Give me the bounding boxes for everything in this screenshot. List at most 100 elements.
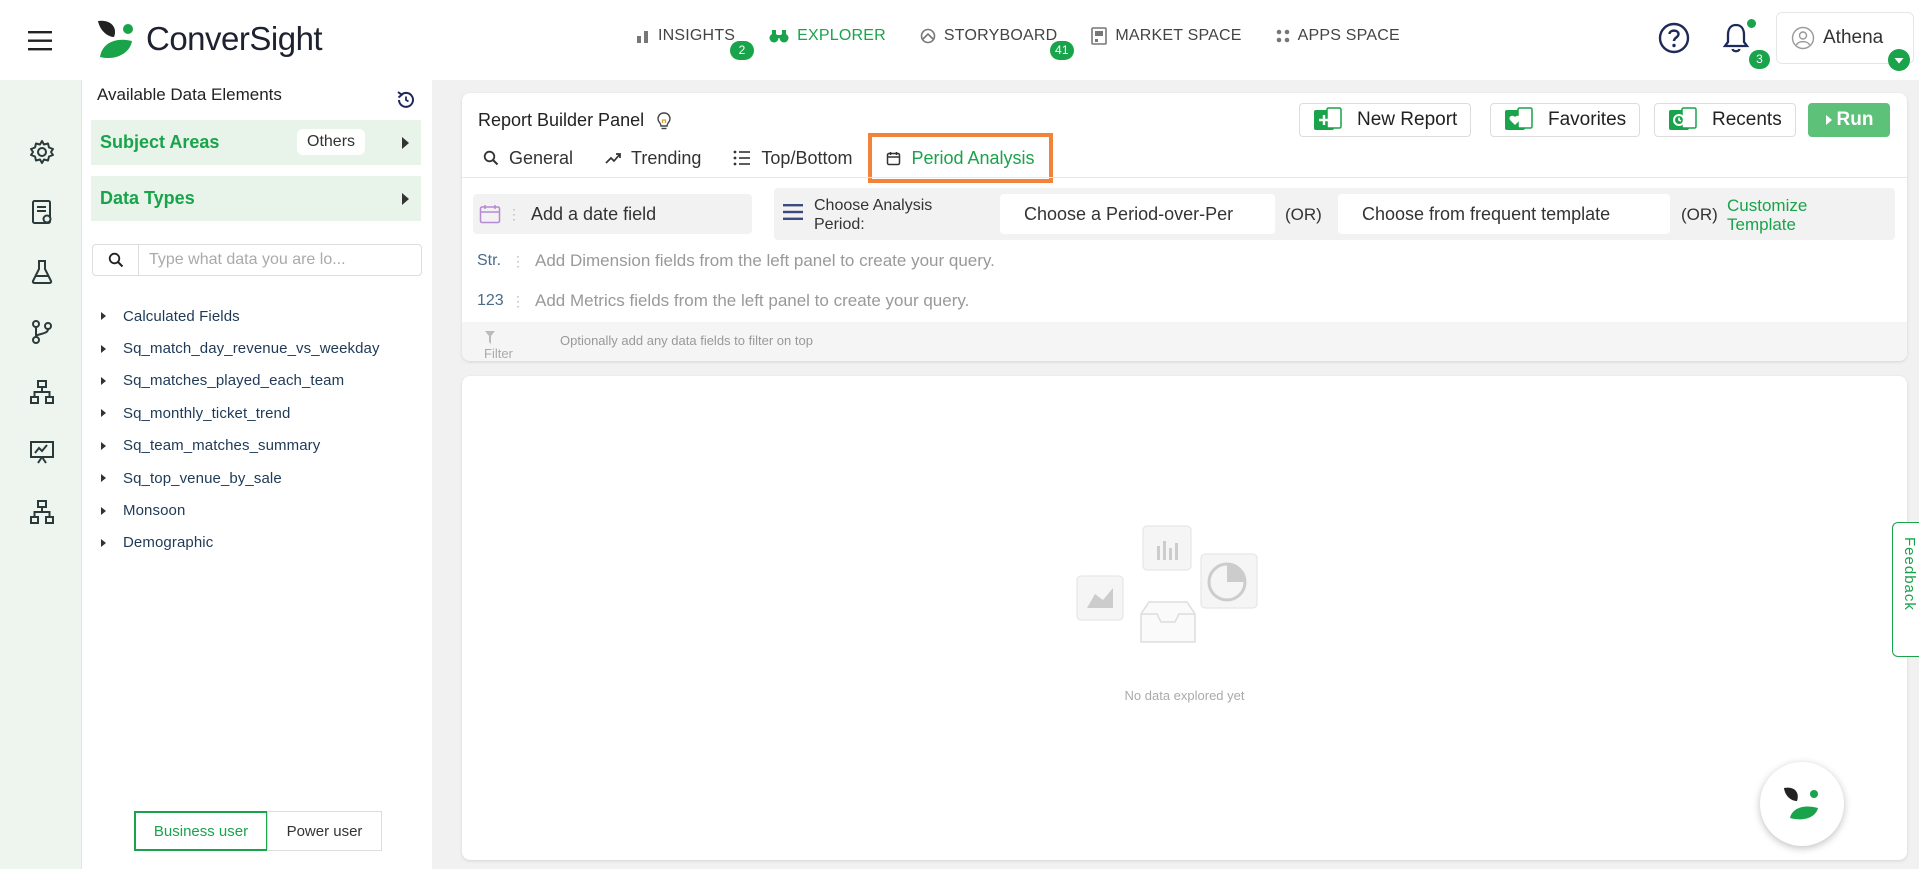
help-icon[interactable] [1657,21,1691,55]
chatbot-launcher[interactable] [1760,762,1844,846]
nav-explorer[interactable]: EXPLORER [769,22,886,50]
search-icon[interactable] [93,245,139,275]
tab-trending[interactable]: Trending [599,137,707,179]
nav-market-space[interactable]: MARKET SPACE [1091,22,1241,50]
empty-state-text: No data explored yet [1124,688,1245,703]
tree-item[interactable]: Calculated Fields [99,300,380,332]
filter-icon [485,331,495,344]
or-text: (OR) [1285,205,1322,224]
string-type-icon: Str. [477,252,502,269]
power-user-toggle[interactable]: Power user [267,811,382,851]
nav-insights[interactable]: INSIGHTS 2 [636,22,754,60]
recents-button[interactable]: Recents [1654,103,1796,137]
data-search-input[interactable] [139,251,409,269]
number-type-icon: 123 [477,292,504,309]
caret-right-icon [101,506,106,515]
empty-state-illustration [1076,525,1258,643]
caret-right-icon [101,538,106,547]
run-button[interactable]: Run [1808,103,1890,137]
caret-right-icon [101,376,106,385]
dimension-hint: Add Dimension fields from the left panel… [535,251,995,270]
new-report-button[interactable]: New Report [1299,103,1472,137]
nav-apps-space[interactable]: APPS SPACE [1276,22,1400,50]
results-area: No data explored yet [462,376,1907,860]
nav-market-space-label: MARKET SPACE [1115,27,1242,44]
apps-grid-icon [1276,29,1289,43]
period-over-period-select[interactable]: Choose a Period-over-Per [1000,194,1275,234]
menu-icon[interactable] [28,30,58,58]
data-types-label: Data Types [100,188,195,208]
git-branch-icon[interactable] [28,318,56,346]
customize-template-line2: Template [1727,215,1796,234]
tab-general[interactable]: General [477,137,579,179]
tree-item[interactable]: Monsoon [99,494,380,526]
favorites-button[interactable]: Favorites [1490,103,1641,137]
date-field-dropzone[interactable]: ⋮ Add a date field [473,194,752,234]
drag-handle-icon: ⋮ [511,252,525,269]
presentation-icon[interactable] [28,438,56,466]
period-selector: Choose Analysis Period: Choose a Period-… [774,188,1895,240]
chevron-down-icon[interactable] [1888,49,1910,71]
tab-period-analysis-label: Period Analysis [911,147,1035,168]
tree-item[interactable]: Sq_top_venue_by_sale [99,462,380,494]
nav-storyboard[interactable]: STORYBOARD 41 [920,22,1074,60]
tree-item[interactable]: Sq_matches_played_each_team [99,365,380,397]
tab-period-analysis[interactable]: Period Analysis [868,133,1053,183]
refresh-icon[interactable] [394,88,418,112]
hierarchy-icon[interactable] [28,378,56,406]
notification-bell-icon[interactable] [1722,22,1750,54]
customize-template-line1: Customize [1727,196,1808,215]
menu-icon[interactable] [783,203,803,221]
tab-trending-label: Trending [631,147,702,168]
pie-chart-card-icon [1200,553,1258,609]
date-field-label: Add a date field [531,203,657,224]
drag-handle-icon: ⋮ [511,292,525,309]
tab-top-bottom[interactable]: Top/Bottom [727,137,858,179]
report-builder-title: Report Builder Panel [478,110,672,131]
metrics-dropzone[interactable]: 123 ⋮ Add Metrics fields from the left p… [477,291,969,311]
analysis-period-label-line2: Period: [814,216,865,233]
frequent-template-select[interactable]: Choose from frequent template [1338,194,1670,234]
tree-item-label: Demographic [123,534,214,552]
flask-icon[interactable] [28,258,56,286]
data-types-accordion[interactable]: Data Types [91,176,421,221]
feedback-tab[interactable]: Feedback [1892,522,1919,657]
tree-item-label: Monsoon [123,502,186,520]
settings-icon[interactable] [28,138,56,166]
dimension-dropzone[interactable]: Str. ⋮ Add Dimension fields from the lef… [477,251,995,271]
calendar-icon [887,151,901,165]
subject-areas-label: Subject Areas [100,132,220,152]
user-avatar-icon [1791,26,1815,50]
lightbulb-icon[interactable] [656,111,672,131]
market-icon [1091,27,1108,45]
analysis-period-label: Choose Analysis Period: [814,196,932,234]
list-icon [734,150,751,166]
notification-badge: 3 [1749,50,1770,69]
filter-dropzone[interactable]: Filter Optionally add any data fields to… [462,322,1907,361]
subject-areas-accordion[interactable]: Subject Areas Others [91,120,421,165]
favorites-label: Favorites [1548,109,1627,130]
tree-item-label: Calculated Fields [123,307,240,325]
customize-template-link[interactable]: Customize Template [1727,196,1807,234]
recents-icon [1669,107,1697,130]
top-bar: ConverSight INSIGHTS 2 EXPLORER STORYBOA… [0,0,1919,80]
filter-label-group: Filter [484,330,513,361]
report-icon[interactable] [28,198,56,226]
nav-insights-label: INSIGHTS [658,27,736,44]
tree-item[interactable]: Demographic [99,527,380,559]
analysis-period-label-line1: Choose Analysis [814,197,933,214]
nav-explorer-label: EXPLORER [797,27,886,44]
filter-label: Filter [484,346,513,361]
tree-item[interactable]: Sq_match_day_revenue_vs_weekday [99,332,380,364]
inbox-icon [1140,601,1196,643]
tree-item[interactable]: Sq_monthly_ticket_trend [99,397,380,429]
subject-area-chip[interactable]: Others [297,129,366,155]
drag-handle-icon: ⋮ [507,205,521,222]
org-chart-icon[interactable] [28,498,56,526]
logo[interactable]: ConverSight [92,15,323,63]
data-tree: Calculated Fields Sq_match_day_revenue_v… [99,300,380,559]
business-user-toggle[interactable]: Business user [134,811,268,851]
notification-dot [1747,19,1756,28]
metrics-hint: Add Metrics fields from the left panel t… [535,291,970,310]
tree-item[interactable]: Sq_team_matches_summary [99,430,380,462]
